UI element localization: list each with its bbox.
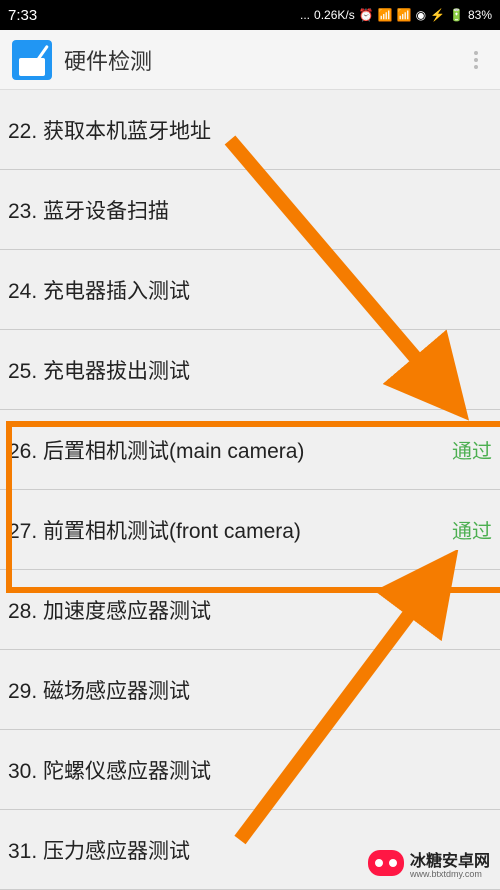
item-label: 30. 陀螺仪感应器测试 (8, 755, 492, 785)
list-item[interactable]: 26. 后置相机测试(main camera) 通过 (0, 410, 500, 490)
signal-icon-2: 📶 (397, 8, 412, 22)
app-bar: 硬件检测 (0, 30, 500, 90)
item-label: 22. 获取本机蓝牙地址 (8, 115, 492, 145)
item-label: 29. 磁场感应器测试 (8, 675, 492, 705)
app-title: 硬件检测 (64, 44, 464, 76)
status-speed: 0.26K/s (314, 8, 355, 22)
item-label: 28. 加速度感应器测试 (8, 595, 492, 625)
watermark: 冰糖安卓网 www.btxtdmy.com (368, 847, 490, 879)
item-label: 25. 充电器拔出测试 (8, 355, 492, 385)
signal-icon: 📶 (378, 8, 393, 22)
wifi-icon: ◉ (416, 8, 426, 22)
alarm-icon: ⏰ (359, 8, 374, 22)
battery-icon: 🔋 (449, 8, 464, 22)
status-icons: ... 0.26K/s ⏰ 📶 📶 ◉ ⚡ 🔋 83% (300, 8, 492, 22)
list-item[interactable]: 27. 前置相机测试(front camera) 通过 (0, 490, 500, 570)
watermark-icon (368, 850, 404, 876)
flash-icon: ⚡ (430, 8, 445, 22)
status-bar: 7:33 ... 0.26K/s ⏰ 📶 📶 ◉ ⚡ 🔋 83% (0, 0, 500, 30)
list-item[interactable]: 30. 陀螺仪感应器测试 (0, 730, 500, 810)
watermark-url: www.btxtdmy.com (410, 869, 490, 879)
status-time: 7:33 (8, 7, 37, 24)
watermark-text: 冰糖安卓网 (410, 853, 490, 870)
list-item[interactable]: 23. 蓝牙设备扫描 (0, 170, 500, 250)
list-item[interactable]: 24. 充电器插入测试 (0, 250, 500, 330)
list-item[interactable]: 29. 磁场感应器测试 (0, 650, 500, 730)
list-item[interactable]: 25. 充电器拔出测试 (0, 330, 500, 410)
status-dots: ... (300, 8, 310, 22)
list-item[interactable]: 28. 加速度感应器测试 (0, 570, 500, 650)
item-status: 通过 (452, 515, 492, 544)
menu-icon[interactable] (464, 51, 488, 69)
item-label: 26. 后置相机测试(main camera) (8, 435, 452, 465)
test-list: 22. 获取本机蓝牙地址 23. 蓝牙设备扫描 24. 充电器插入测试 25. … (0, 90, 500, 890)
battery-percent: 83% (468, 8, 492, 22)
item-status: 通过 (452, 435, 492, 464)
item-label: 23. 蓝牙设备扫描 (8, 195, 492, 225)
app-icon (12, 40, 52, 80)
item-label: 27. 前置相机测试(front camera) (8, 515, 452, 545)
item-label: 24. 充电器插入测试 (8, 275, 492, 305)
list-item[interactable]: 22. 获取本机蓝牙地址 (0, 90, 500, 170)
